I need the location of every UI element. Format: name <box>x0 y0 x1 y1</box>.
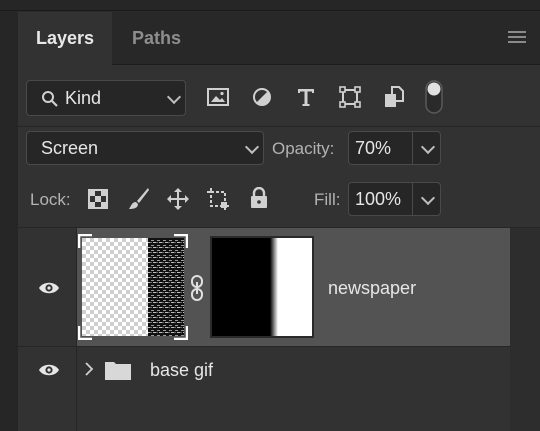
lock-artboard-icon[interactable] <box>206 187 230 211</box>
opacity-value: 70% <box>355 138 392 158</box>
chevron-down-icon <box>244 139 260 155</box>
kind-filter-label: Kind <box>65 88 102 108</box>
lock-transparent-pixels-icon[interactable] <box>88 189 108 209</box>
tab-paths[interactable]: Paths <box>114 12 199 64</box>
fill-dropdown-divider <box>412 183 413 215</box>
mask-link-icon[interactable] <box>189 274 205 302</box>
panel-tab-bar: Layers Paths <box>18 12 540 65</box>
opacity-field[interactable]: 70% <box>348 131 441 165</box>
layer-name[interactable]: newspaper <box>328 278 416 299</box>
lock-label: Lock: <box>30 190 71 209</box>
lock-image-pixels-icon[interactable] <box>128 187 150 211</box>
chevron-right-icon[interactable] <box>84 361 94 377</box>
type-filter-icon[interactable] <box>294 86 318 108</box>
blend-mode-value: Screen <box>41 138 99 158</box>
fill-label: Fill: <box>314 190 341 209</box>
search-icon <box>42 91 58 107</box>
adjustment-filter-icon[interactable] <box>250 86 274 108</box>
divider <box>18 126 540 127</box>
tab-layers[interactable]: Layers <box>18 12 113 65</box>
shape-filter-icon[interactable] <box>338 86 362 108</box>
layer-mask-thumbnail[interactable] <box>210 236 314 338</box>
visibility-column <box>18 347 77 431</box>
opacity-label: Opacity: <box>272 139 335 158</box>
lock-position-icon[interactable] <box>166 187 190 211</box>
filter-toggle-switch[interactable] <box>424 80 444 114</box>
panel-scrollbar-track[interactable] <box>510 228 540 431</box>
chevron-down-icon[interactable] <box>420 190 436 206</box>
folder-icon <box>105 362 131 380</box>
eye-visibility-icon[interactable] <box>38 281 60 295</box>
layer-thumbnail[interactable] <box>77 233 189 341</box>
blend-mode-dropdown[interactable]: Screen <box>26 131 264 165</box>
lock-all-icon[interactable] <box>249 187 269 209</box>
panel-menu-icon[interactable] <box>508 31 526 45</box>
chevron-down-icon <box>166 89 182 105</box>
fill-field[interactable]: 100% <box>348 182 441 216</box>
kind-filter-dropdown[interactable]: Kind <box>26 80 186 116</box>
opacity-dropdown-divider <box>412 132 413 164</box>
layer-name[interactable]: base gif <box>150 360 213 381</box>
smart-object-filter-icon[interactable] <box>382 86 406 108</box>
chevron-down-icon[interactable] <box>420 139 436 155</box>
eye-visibility-icon[interactable] <box>38 363 60 377</box>
left-gutter <box>0 0 18 431</box>
top-strip <box>0 0 540 11</box>
image-filter-icon[interactable] <box>206 86 230 108</box>
fill-value: 100% <box>355 189 402 209</box>
